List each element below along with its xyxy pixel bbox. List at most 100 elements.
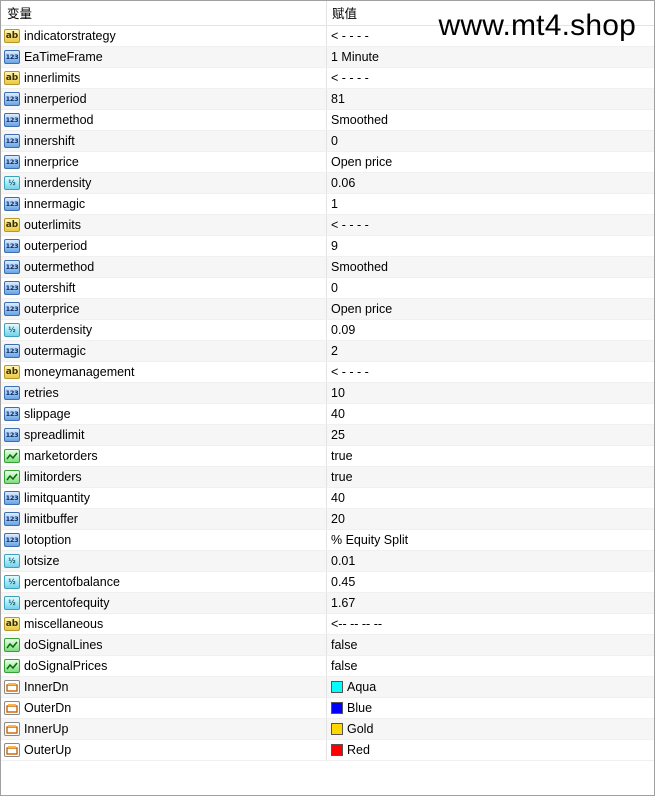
parameter-row-retries[interactable]: 123 retries 10 xyxy=(1,383,654,404)
parameter-row-outerlimits[interactable]: ab outerlimits < - - - - xyxy=(1,215,654,236)
parameter-value-cell[interactable]: 40 xyxy=(327,488,654,508)
parameter-value-cell[interactable]: Aqua xyxy=(327,677,654,697)
double-type-icon: ½ xyxy=(4,575,20,589)
parameter-name: slippage xyxy=(24,407,71,421)
parameter-row-outerdensity[interactable]: ½ outerdensity 0.09 xyxy=(1,320,654,341)
integer-type-icon: 123 xyxy=(4,491,20,505)
parameter-name: indicatorstrategy xyxy=(24,29,116,43)
parameter-row-limitquantity[interactable]: 123 limitquantity 40 xyxy=(1,488,654,509)
parameter-row-outerdn[interactable]: OuterDn Blue xyxy=(1,698,654,719)
parameter-value: 0 xyxy=(331,281,338,295)
parameter-value-cell[interactable]: false xyxy=(327,635,654,655)
parameter-row-outershift[interactable]: 123 outershift 0 xyxy=(1,278,654,299)
parameter-value-cell[interactable]: 1.67 xyxy=(327,593,654,613)
parameter-name: innerlimits xyxy=(24,71,81,85)
parameter-value-cell[interactable]: 1 xyxy=(327,194,654,214)
parameter-value-cell[interactable]: Open price xyxy=(327,152,654,172)
parameter-value-cell[interactable]: 40 xyxy=(327,404,654,424)
parameter-value-cell[interactable]: 2 xyxy=(327,341,654,361)
parameter-value-cell[interactable]: true xyxy=(327,467,654,487)
parameter-row-outerperiod[interactable]: 123 outerperiod 9 xyxy=(1,236,654,257)
parameter-row-limitbuffer[interactable]: 123 limitbuffer 20 xyxy=(1,509,654,530)
parameter-name: outerperiod xyxy=(24,239,88,253)
parameter-row-spreadlimit[interactable]: 123 spreadlimit 25 xyxy=(1,425,654,446)
parameter-value-cell[interactable]: Red xyxy=(327,740,654,760)
color-type-icon xyxy=(4,701,20,715)
parameter-row-dosignalprices[interactable]: doSignalPrices false xyxy=(1,656,654,677)
parameter-value-cell[interactable]: 0 xyxy=(327,278,654,298)
parameter-value-cell[interactable]: < - - - - xyxy=(327,362,654,382)
parameter-name: outermagic xyxy=(24,344,86,358)
parameter-value-cell[interactable]: Open price xyxy=(327,299,654,319)
parameter-value-cell[interactable]: Smoothed xyxy=(327,257,654,277)
parameter-value: 40 xyxy=(331,491,345,505)
parameter-row-dosignallines[interactable]: doSignalLines false xyxy=(1,635,654,656)
double-type-icon: ½ xyxy=(4,554,20,568)
color-swatch[interactable] xyxy=(331,702,343,714)
parameter-row-lotoption[interactable]: 123 lotoption % Equity Split xyxy=(1,530,654,551)
integer-type-icon: 123 xyxy=(4,428,20,442)
parameter-row-percentofequity[interactable]: ½ percentofequity 1.67 xyxy=(1,593,654,614)
parameter-row-outermethod[interactable]: 123 outermethod Smoothed xyxy=(1,257,654,278)
parameter-row-innermagic[interactable]: 123 innermagic 1 xyxy=(1,194,654,215)
parameter-row-percentofbalance[interactable]: ½ percentofbalance 0.45 xyxy=(1,572,654,593)
parameter-row-outerup[interactable]: OuterUp Red xyxy=(1,740,654,761)
parameter-name-cell: ab innerlimits xyxy=(1,68,327,88)
parameter-row-innerprice[interactable]: 123 innerprice Open price xyxy=(1,152,654,173)
parameter-row-eatimeframe[interactable]: 123 EaTimeFrame 1 Minute xyxy=(1,47,654,68)
parameter-row-innerup[interactable]: InnerUp Gold xyxy=(1,719,654,740)
parameter-value-cell[interactable]: 0.45 xyxy=(327,572,654,592)
color-swatch[interactable] xyxy=(331,744,343,756)
parameter-row-miscellaneous[interactable]: ab miscellaneous <-- -- -- -- xyxy=(1,614,654,635)
parameter-row-lotsize[interactable]: ½ lotsize 0.01 xyxy=(1,551,654,572)
parameter-value-cell[interactable]: 25 xyxy=(327,425,654,445)
parameter-row-innerdn[interactable]: InnerDn Aqua xyxy=(1,677,654,698)
parameter-row-innerperiod[interactable]: 123 innerperiod 81 xyxy=(1,89,654,110)
boolean-type-icon xyxy=(4,638,20,652)
parameter-value-cell[interactable]: true xyxy=(327,446,654,466)
parameter-name: innerdensity xyxy=(24,176,92,190)
column-header-variable[interactable]: 变量 xyxy=(1,1,327,25)
parameter-name-cell: 123 outermagic xyxy=(1,341,327,361)
parameter-name-cell: 123 limitquantity xyxy=(1,488,327,508)
parameter-row-innerdensity[interactable]: ½ innerdensity 0.06 xyxy=(1,173,654,194)
parameter-row-innerlimits[interactable]: ab innerlimits < - - - - xyxy=(1,68,654,89)
parameter-value: <-- -- -- -- xyxy=(331,617,383,631)
parameter-value-cell[interactable]: < - - - - xyxy=(327,215,654,235)
parameter-value: 0.09 xyxy=(331,323,356,337)
parameter-value: false xyxy=(331,659,358,673)
parameter-value-cell[interactable]: 1 Minute xyxy=(327,47,654,67)
parameter-value-cell[interactable]: <-- -- -- -- xyxy=(327,614,654,634)
parameter-value-cell[interactable]: 0.06 xyxy=(327,173,654,193)
parameter-row-slippage[interactable]: 123 slippage 40 xyxy=(1,404,654,425)
parameter-name: innershift xyxy=(24,134,75,148)
parameter-value-cell[interactable]: % Equity Split xyxy=(327,530,654,550)
parameter-value-cell[interactable]: Smoothed xyxy=(327,110,654,130)
parameter-row-outermagic[interactable]: 123 outermagic 2 xyxy=(1,341,654,362)
parameter-row-marketorders[interactable]: marketorders true xyxy=(1,446,654,467)
parameter-value-cell[interactable]: 0.09 xyxy=(327,320,654,340)
parameter-value-cell[interactable]: Gold xyxy=(327,719,654,739)
color-swatch[interactable] xyxy=(331,723,343,735)
parameter-row-innermethod[interactable]: 123 innermethod Smoothed xyxy=(1,110,654,131)
parameter-value-cell[interactable]: 0.01 xyxy=(327,551,654,571)
color-swatch[interactable] xyxy=(331,681,343,693)
parameter-row-innershift[interactable]: 123 innershift 0 xyxy=(1,131,654,152)
parameter-row-outerprice[interactable]: 123 outerprice Open price xyxy=(1,299,654,320)
parameter-row-indicatorstrategy[interactable]: ab indicatorstrategy < - - - - xyxy=(1,26,654,47)
parameter-name-cell: 123 spreadlimit xyxy=(1,425,327,445)
parameter-value-cell[interactable]: 20 xyxy=(327,509,654,529)
parameter-value-cell[interactable]: false xyxy=(327,656,654,676)
parameter-value-cell[interactable]: < - - - - xyxy=(327,26,654,46)
parameter-value-cell[interactable]: 81 xyxy=(327,89,654,109)
parameter-value-cell[interactable]: 0 xyxy=(327,131,654,151)
parameter-value-cell[interactable]: 10 xyxy=(327,383,654,403)
integer-type-icon: 123 xyxy=(4,533,20,547)
parameter-name-cell: 123 outermethod xyxy=(1,257,327,277)
parameter-value-cell[interactable]: < - - - - xyxy=(327,68,654,88)
parameter-value-cell[interactable]: 9 xyxy=(327,236,654,256)
parameter-row-limitorders[interactable]: limitorders true xyxy=(1,467,654,488)
integer-type-icon: 123 xyxy=(4,134,20,148)
parameter-row-moneymanagement[interactable]: ab moneymanagement < - - - - xyxy=(1,362,654,383)
parameter-value-cell[interactable]: Blue xyxy=(327,698,654,718)
